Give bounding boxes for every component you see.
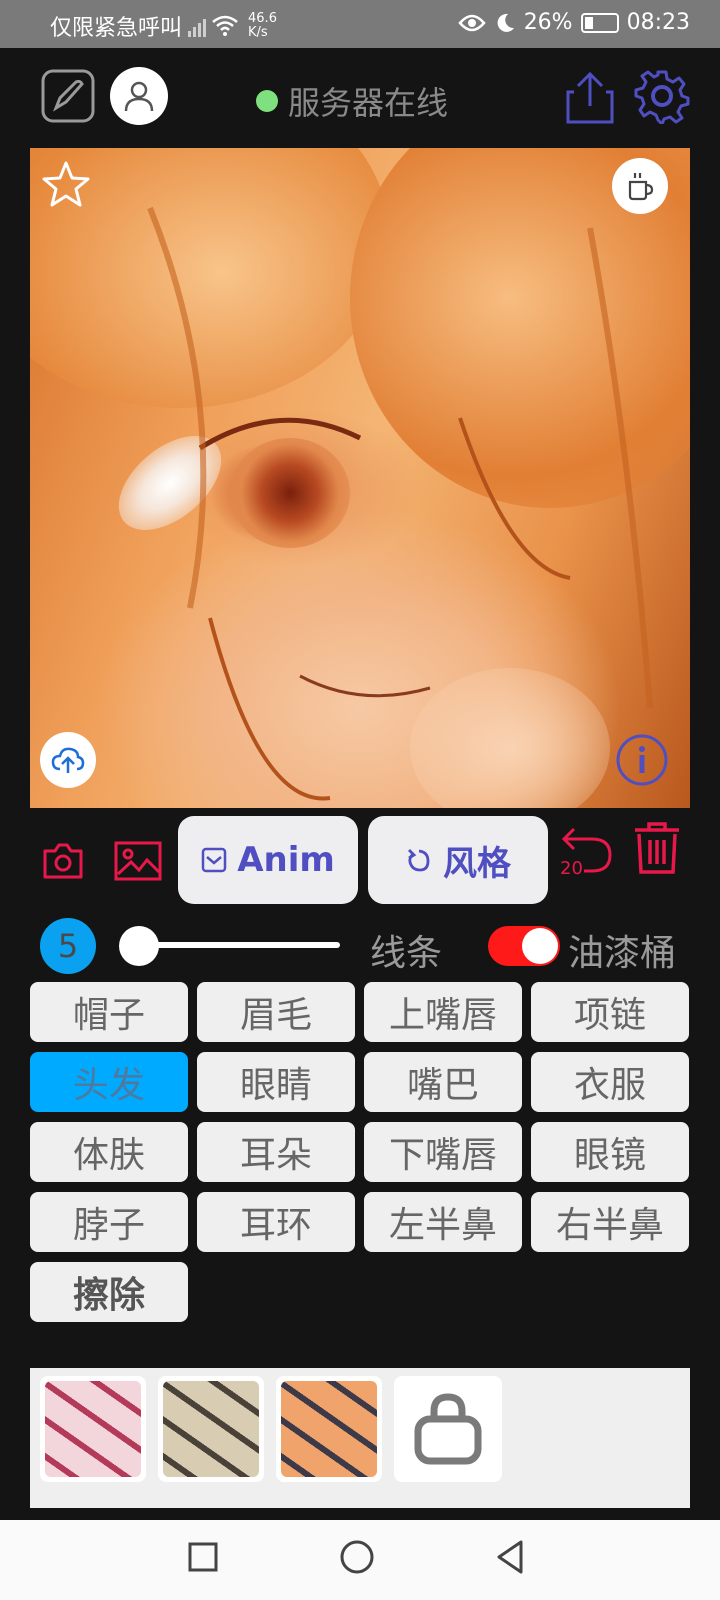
part-chip[interactable]: 耳环 (197, 1192, 355, 1252)
fill-mode-label: 油漆桶 (568, 933, 677, 974)
favorite-button[interactable] (38, 156, 94, 212)
top-toolbar: 服务器在线 (0, 48, 720, 148)
net-speed: 46.6 K/s (248, 12, 277, 40)
status-dot (256, 90, 278, 112)
pen-square-icon (41, 69, 95, 123)
part-chip[interactable]: 耳朵 (197, 1122, 355, 1182)
part-chip[interactable]: 眉毛 (197, 982, 355, 1042)
part-chip[interactable]: 上嘴唇 (364, 982, 522, 1042)
toggle-knob (522, 928, 558, 964)
square-icon (188, 1542, 218, 1572)
part-chip[interactable]: 体肤 (30, 1122, 188, 1182)
fill-mode-toggle[interactable] (488, 926, 560, 966)
edit-button[interactable] (40, 68, 96, 124)
shopping-bag-icon (414, 1393, 482, 1465)
part-chip[interactable]: 项链 (531, 982, 689, 1042)
checkbox-icon (201, 847, 227, 873)
share-button[interactable] (564, 70, 616, 126)
account-button[interactable] (110, 67, 168, 125)
server-status-text: 服务器在线 (288, 84, 449, 122)
part-chip[interactable]: 擦除 (30, 1262, 188, 1322)
anim-label: Anim (237, 840, 335, 880)
net-speed-unit: K/s (248, 25, 268, 40)
signal-icon (188, 15, 207, 37)
app-screen: 仅限紧急呼叫 46.6 K/s 26% 08:23 服务器在线 Anim 风格 … (0, 0, 720, 1600)
moon-icon (497, 13, 514, 32)
brush-size-track[interactable] (128, 942, 340, 948)
triangle-back-icon (497, 1540, 523, 1574)
style-swatch (281, 1381, 377, 1477)
info-button[interactable] (614, 732, 670, 788)
wifi-icon (212, 15, 238, 36)
image-icon (114, 841, 162, 881)
coffee-button[interactable] (612, 158, 668, 214)
recents-button[interactable] (186, 1540, 220, 1574)
system-nav-bar (0, 1520, 720, 1600)
settings-button[interactable] (634, 68, 690, 124)
undo-count: 20 (560, 858, 583, 879)
battery-icon (580, 12, 619, 33)
share-icon (566, 71, 614, 124)
part-chip[interactable]: 脖子 (30, 1192, 188, 1252)
gallery-button[interactable] (112, 838, 164, 884)
line-mode-label: 线条 (370, 933, 443, 974)
delete-button[interactable] (630, 818, 684, 878)
circle-icon (340, 1540, 374, 1574)
brush-row: 5 线条 油漆桶 (0, 914, 720, 978)
part-chip[interactable]: 右半鼻 (531, 1192, 689, 1252)
refresh-icon (408, 849, 430, 872)
style-preset-khaki[interactable] (158, 1376, 264, 1482)
style-button[interactable]: 风格 (368, 816, 548, 904)
part-chip[interactable]: 左半鼻 (364, 1192, 522, 1252)
eye-icon (458, 14, 486, 31)
style-swatch (163, 1381, 259, 1477)
style-preset-bar (30, 1368, 690, 1508)
user-icon (124, 81, 154, 112)
status-left: 仅限紧急呼叫 46.6 K/s (50, 10, 277, 42)
tool-row: Anim 风格 20 (0, 816, 720, 906)
back-button[interactable] (492, 1538, 528, 1576)
part-selector: 帽子 眉毛 上嘴唇 项链头发 眼睛 嘴巴 衣服体肤 耳朵 下嘴唇 眼镜脖子 耳环 左半鼻 右半鼻擦除 (30, 982, 690, 1322)
carrier-text: 仅限紧急呼叫 (50, 16, 183, 41)
drawing-canvas[interactable] (30, 148, 690, 808)
cloud-upload-icon (51, 747, 85, 773)
face-lines (147, 206, 653, 801)
server-status: 服务器在线 (256, 78, 448, 124)
part-chip[interactable]: 头发 (30, 1052, 188, 1112)
brush-size-thumb[interactable] (118, 926, 159, 966)
brush-size-badge: 5 (40, 918, 96, 974)
part-chip[interactable]: 帽子 (30, 982, 188, 1042)
style-preset-list (40, 1376, 382, 1482)
anim-button[interactable]: Anim (178, 816, 358, 904)
info-icon (616, 734, 668, 786)
star-icon (42, 161, 90, 207)
home-button[interactable] (338, 1538, 376, 1576)
part-chip[interactable]: 眼镜 (531, 1122, 689, 1182)
upload-button[interactable] (40, 732, 96, 788)
status-bar: 仅限紧急呼叫 46.6 K/s 26% 08:23 (0, 0, 720, 48)
style-preset-red[interactable] (40, 1376, 146, 1482)
part-chip[interactable]: 嘴巴 (364, 1052, 522, 1112)
coffee-cup-icon (628, 173, 654, 201)
gear-icon (634, 70, 690, 124)
clock: 08:23 (626, 10, 690, 35)
camera-button[interactable] (40, 838, 86, 884)
battery-percent: 26% (523, 10, 573, 35)
style-preset-orange[interactable] (276, 1376, 382, 1482)
net-speed-value: 46.6 (248, 11, 277, 26)
camera-icon (43, 843, 83, 879)
style-label: 风格 (443, 843, 511, 884)
part-chip[interactable]: 衣服 (531, 1052, 689, 1112)
part-chip[interactable]: 下嘴唇 (364, 1122, 522, 1182)
style-swatch (45, 1381, 141, 1477)
part-chip[interactable]: 眼睛 (197, 1052, 355, 1112)
trash-icon (635, 822, 679, 874)
shop-button[interactable] (394, 1376, 502, 1482)
status-right: 26% 08:23 (458, 10, 690, 35)
